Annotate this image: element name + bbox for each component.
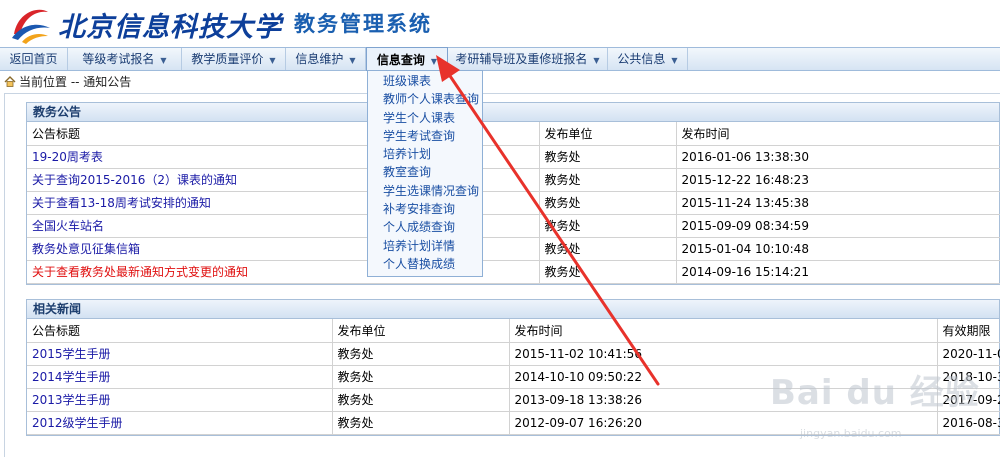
nav-label: 公共信息 bbox=[617, 52, 666, 66]
expiry-date: 2020-11-0 bbox=[937, 342, 1000, 366]
publish-unit: 教务处 bbox=[332, 388, 510, 412]
nav-teaching-evaluation[interactable]: 教学质量评价 ▼ bbox=[182, 48, 286, 70]
nav-info-query[interactable]: 信息查询 ▼ bbox=[366, 47, 448, 71]
table-header-row: 公告标题 发布单位 发布时间 bbox=[27, 122, 1000, 146]
publish-unit: 教务处 bbox=[332, 365, 510, 389]
publish-time: 2015-09-09 08:34:59 bbox=[676, 214, 1000, 238]
nav-level-exam[interactable]: 等级考试报名 ▼ bbox=[68, 48, 182, 70]
table-row: 2015学生手册 教务处 2015-11-02 10:41:56 2020-11… bbox=[27, 342, 1000, 366]
menu-item-exam-query[interactable]: 学生考试查询 bbox=[368, 127, 482, 145]
menu-item-class-schedule[interactable]: 班级课表 bbox=[368, 72, 482, 90]
table-row: 关于查看教务处最新通知方式变更的通知 教务处 2014-09-16 15:14:… bbox=[27, 260, 1000, 284]
column-header: 有效期限 bbox=[937, 319, 1000, 343]
info-query-dropdown: 班级课表 教师个人课表查询 学生个人课表 学生考试查询 培养计划 教室查询 学生… bbox=[367, 70, 483, 278]
system-name: 教务管理系统 bbox=[294, 12, 432, 36]
header: 北京信息科技大学 教务管理系统 bbox=[0, 0, 1000, 46]
table-row: 全国火车站名 教务处 2015-09-09 08:34:59 bbox=[27, 214, 1000, 238]
menu-item-teacher-schedule[interactable]: 教师个人课表查询 bbox=[368, 90, 482, 108]
nav-postgrad-retake-signup[interactable]: 考研辅导班及重修班报名 ▼ bbox=[448, 48, 608, 70]
nav-label: 信息查询 bbox=[376, 53, 425, 67]
menu-item-student-schedule[interactable]: 学生个人课表 bbox=[368, 109, 482, 127]
menu-item-makeup-exam[interactable]: 补考安排查询 bbox=[368, 200, 482, 218]
publish-time: 2016-01-06 13:38:30 bbox=[676, 145, 1000, 169]
publish-time: 2014-09-16 15:14:21 bbox=[676, 260, 1000, 284]
nav-info-maintenance[interactable]: 信息维护 ▼ bbox=[286, 48, 366, 70]
school-name: 北京信息科技大学 bbox=[58, 12, 282, 43]
caret-down-icon: ▼ bbox=[349, 56, 356, 65]
table-row: 19-20周考表 教务处 2016-01-06 13:38:30 bbox=[27, 145, 1000, 169]
breadcrumb: 当前位置 -- 通知公告 bbox=[0, 72, 1000, 92]
menu-item-plan-details[interactable]: 培养计划详情 bbox=[368, 237, 482, 255]
baidu-jingyan-watermark: Bai du 经验 jingyan.baidu.com bbox=[770, 365, 1000, 455]
publish-time: 2015-11-02 10:41:56 bbox=[509, 342, 938, 366]
news-title: 相关新闻 bbox=[27, 300, 999, 319]
caret-down-icon: ▼ bbox=[671, 56, 678, 65]
menu-item-course-selection[interactable]: 学生选课情况查询 bbox=[368, 182, 482, 200]
nav-label: 信息维护 bbox=[295, 52, 344, 66]
publish-unit: 教务处 bbox=[539, 191, 677, 215]
breadcrumb-text: 当前位置 -- 通知公告 bbox=[19, 75, 132, 89]
news-link[interactable]: 2014学生手册 bbox=[27, 365, 333, 389]
watermark-sub-text: jingyan.baidu.com bbox=[800, 427, 902, 440]
publish-unit: 教务处 bbox=[332, 411, 510, 435]
news-link[interactable]: 2012级学生手册 bbox=[27, 411, 333, 435]
column-header: 公告标题 bbox=[27, 319, 333, 343]
nav-home[interactable]: 返回首页 bbox=[0, 48, 68, 70]
publish-unit: 教务处 bbox=[539, 260, 677, 284]
nav-public-info[interactable]: 公共信息 ▼ bbox=[608, 48, 688, 70]
main-navbar: 返回首页 等级考试报名 ▼ 教学质量评价 ▼ 信息维护 ▼ 信息查询 ▼ 考研辅导班及重… bbox=[0, 47, 1000, 71]
caret-down-icon: ▼ bbox=[269, 56, 276, 65]
publish-unit: 教务处 bbox=[539, 237, 677, 261]
column-header: 发布时间 bbox=[509, 319, 938, 343]
table-row: 教务处意见征集信箱 教务处 2015-01-04 10:10:48 bbox=[27, 237, 1000, 261]
publish-unit: 教务处 bbox=[539, 168, 677, 192]
nav-label: 等级考试报名 bbox=[82, 52, 155, 66]
news-link[interactable]: 2015学生手册 bbox=[27, 342, 333, 366]
caret-down-icon: ▼ bbox=[160, 56, 167, 65]
university-logo-icon bbox=[12, 9, 50, 44]
table-row: 关于查询2015-2016（2）课表的通知 教务处 2015-12-22 16:… bbox=[27, 168, 1000, 192]
publish-unit: 教务处 bbox=[539, 145, 677, 169]
news-link[interactable]: 2013学生手册 bbox=[27, 388, 333, 412]
menu-item-classroom-query[interactable]: 教室查询 bbox=[368, 163, 482, 181]
caret-down-icon: ▼ bbox=[593, 56, 600, 65]
column-header: 发布单位 bbox=[332, 319, 510, 343]
publish-unit: 教务处 bbox=[332, 342, 510, 366]
menu-item-replacement-grades[interactable]: 个人替换成绩 bbox=[368, 255, 482, 273]
publish-time: 2015-01-04 10:10:48 bbox=[676, 237, 1000, 261]
publish-unit: 教务处 bbox=[539, 214, 677, 238]
publish-time: 2015-11-24 13:45:38 bbox=[676, 191, 1000, 215]
home-icon bbox=[4, 76, 16, 87]
menu-item-grade-query[interactable]: 个人成绩查询 bbox=[368, 218, 482, 236]
announcements-title: 教务公告 bbox=[27, 103, 999, 122]
column-header: 发布单位 bbox=[539, 122, 677, 146]
nav-label: 返回首页 bbox=[9, 52, 58, 66]
nav-label: 考研辅导班及重修班报名 bbox=[455, 52, 588, 66]
announcements-table: 公告标题 发布单位 发布时间 19-20周考表 教务处 2016-01-06 1… bbox=[27, 122, 1000, 284]
publish-time: 2015-12-22 16:48:23 bbox=[676, 168, 1000, 192]
watermark-main-text: Bai du 经验 bbox=[770, 373, 980, 413]
announcements-panel: 教务公告 公告标题 发布单位 发布时间 19-20周考表 教务处 2016-01… bbox=[26, 102, 1000, 285]
table-row: 关于查看13-18周考试安排的通知 教务处 2015-11-24 13:45:3… bbox=[27, 191, 1000, 215]
menu-item-training-plan[interactable]: 培养计划 bbox=[368, 145, 482, 163]
nav-label: 教学质量评价 bbox=[191, 52, 264, 66]
table-header-row: 公告标题 发布单位 发布时间 有效期限 bbox=[27, 319, 1000, 343]
column-header: 发布时间 bbox=[676, 122, 1000, 146]
